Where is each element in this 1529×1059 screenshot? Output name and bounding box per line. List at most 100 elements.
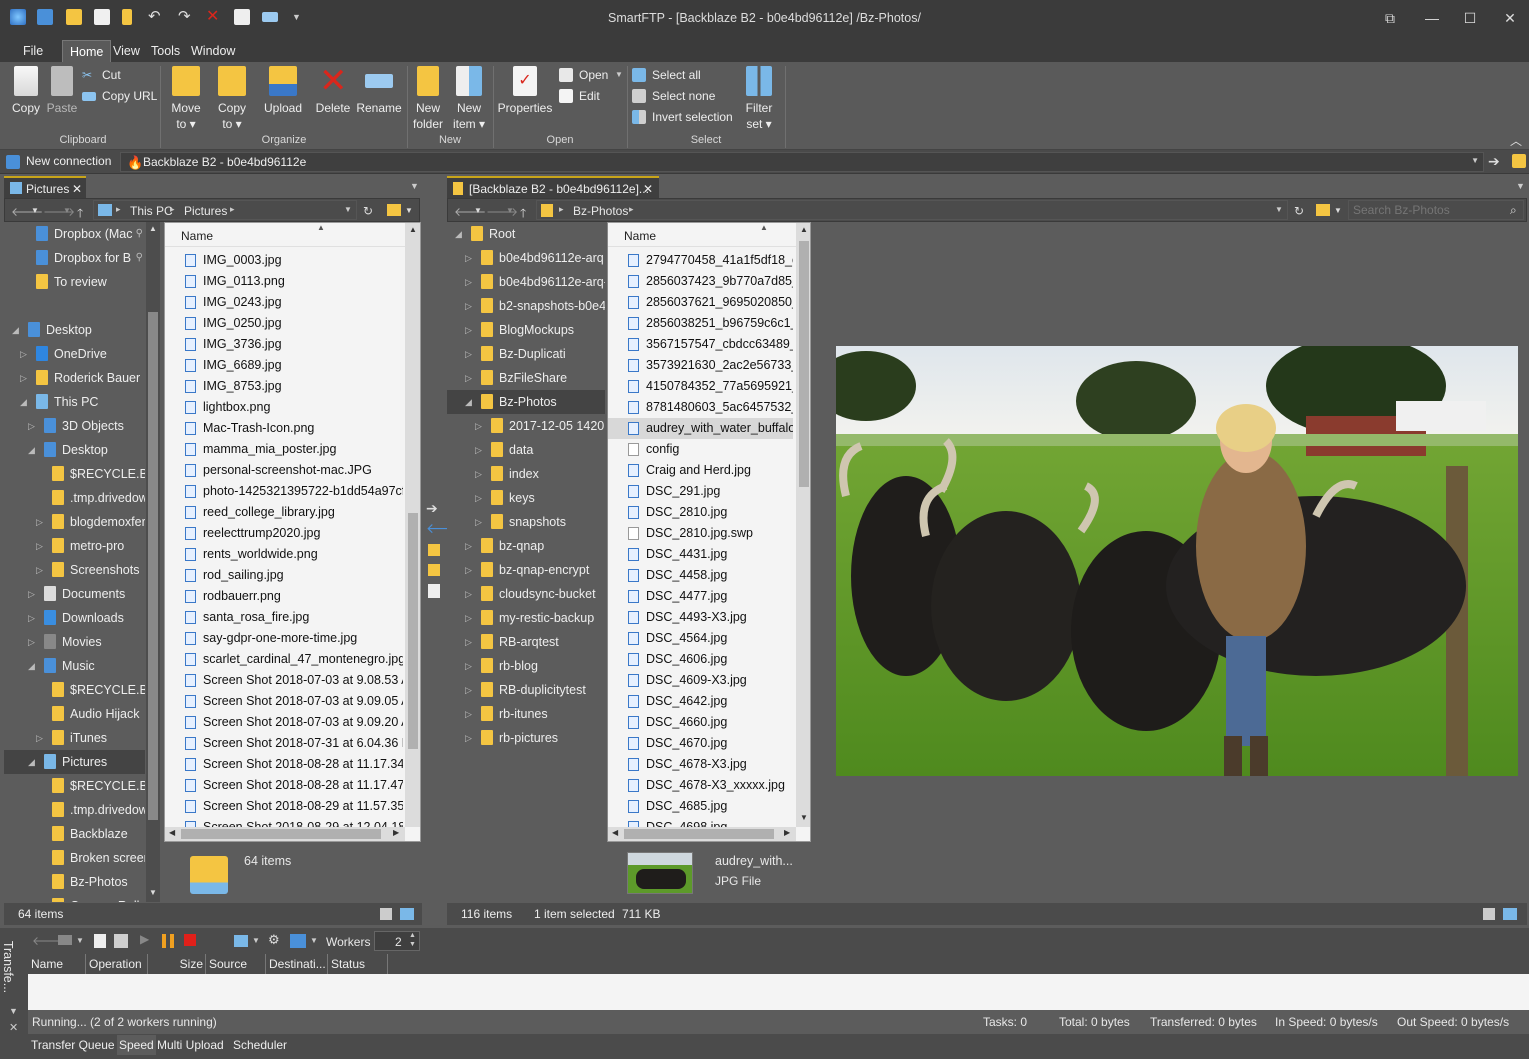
list-item[interactable]: Screen Shot 2018-08-29 at 11.57.35 A [165, 796, 403, 817]
menu-view[interactable]: View [106, 40, 147, 62]
view-dropdown-icon[interactable]: ▼ [1334, 206, 1342, 215]
maximize-button[interactable]: ☐ [1460, 8, 1480, 28]
delete-button[interactable]: ✕ Delete [312, 64, 354, 116]
right-list-vscrollbar[interactable]: ▲ ▼ [796, 223, 810, 827]
list-item[interactable]: DSC_4670.jpg [608, 733, 793, 754]
new-item-button[interactable]: New item ▾ [448, 66, 490, 132]
collapsed-arrow-icon[interactable]: ▷ [465, 342, 472, 366]
stop-icon[interactable] [184, 934, 196, 946]
collapsed-arrow-icon[interactable]: ▷ [28, 630, 35, 654]
list-item[interactable]: DSC_4678-X3.jpg [608, 754, 793, 775]
save-queue-icon[interactable] [114, 934, 128, 948]
list-item[interactable]: reed_college_library.jpg [165, 502, 403, 523]
remote-tree-item[interactable]: ▷ rb-blog [447, 654, 605, 678]
remote-tree-item[interactable]: ◢ Root [447, 222, 605, 246]
list-item[interactable]: DSC_4431.jpg [608, 544, 793, 565]
tree-item[interactable]: ◢ Desktop [4, 318, 145, 342]
tab-backblaze[interactable]: [Backblaze B2 - b0e4bd96112e]... ✕ [447, 176, 659, 198]
expanded-arrow-icon[interactable]: ◢ [28, 750, 35, 774]
remote-tree-item[interactable]: ▷ RB-duplicitytest [447, 678, 605, 702]
tree-item[interactable]: Broken screer [4, 846, 145, 870]
filter-set-button[interactable]: Filter set ▾ [740, 66, 778, 132]
pin-icon[interactable]: ⚲ [136, 222, 143, 246]
thumbnail-view-icon[interactable] [1503, 908, 1517, 920]
list-item[interactable]: 8781480603_5ac6457532_o.j [608, 397, 793, 418]
search-icon[interactable]: ⌕ [1510, 203, 1517, 218]
remote-tree-item[interactable]: ▷ b2-snapshots-b0e4t [447, 294, 605, 318]
tree-item[interactable]: Backblaze [4, 822, 145, 846]
list-item[interactable]: Screen Shot 2018-07-03 at 9.09.05 AM [165, 691, 403, 712]
collapsed-arrow-icon[interactable]: ▷ [465, 726, 472, 750]
collapsed-arrow-icon[interactable]: ▷ [475, 510, 482, 534]
remote-tree-item[interactable]: ▷ snapshots [447, 510, 605, 534]
menu-file[interactable]: File [16, 40, 50, 62]
collapsed-arrow-icon[interactable]: ▷ [465, 582, 472, 606]
list-item[interactable]: 3573921630_2ac2e56733_o.j [608, 355, 793, 376]
list-item[interactable]: Craig and Herd.jpg [608, 460, 793, 481]
list-item[interactable]: IMG_6689.jpg [165, 355, 403, 376]
remote-tree-item[interactable]: ▷ BzFileShare [447, 366, 605, 390]
chevron-down-icon[interactable]: ▼ [76, 936, 84, 945]
menu-window[interactable]: Window [184, 40, 242, 62]
invert-selection-button[interactable]: Invert selection [632, 108, 733, 126]
expanded-arrow-icon[interactable]: ◢ [28, 654, 35, 678]
menu-tools[interactable]: Tools [144, 40, 187, 62]
list-item[interactable]: santa_rosa_fire.jpg [165, 607, 403, 628]
right-path-field[interactable]: ▸ Bz-Photos ▸ ▼ [536, 200, 1288, 220]
scroll-thumb[interactable] [799, 241, 809, 487]
list-item[interactable]: DSC_4609-X3.jpg [608, 670, 793, 691]
upload-arrow-icon[interactable]: ➔ [426, 500, 438, 517]
tree-item[interactable] [4, 294, 145, 318]
breadcrumb-pictures[interactable]: Pictures [184, 204, 227, 218]
remote-tree-item[interactable]: ▷ b0e4bd96112e-arq [447, 246, 605, 270]
forward-dropdown-icon[interactable]: ▼ [506, 206, 514, 215]
list-item[interactable]: IMG_0243.jpg [165, 292, 403, 313]
tree-item[interactable]: .tmp.drivedow [4, 486, 145, 510]
tree-item[interactable]: ▷ Screenshots [4, 558, 145, 582]
list-item[interactable]: scarlet_cardinal_47_montenegro.jpg [165, 649, 403, 670]
stepper-down-icon[interactable]: ▼ [409, 941, 416, 948]
list-item[interactable]: IMG_8753.jpg [165, 376, 403, 397]
tree-item[interactable]: Dropbox (Mac ⚲ [4, 222, 145, 246]
scroll-right-icon[interactable]: ▶ [784, 828, 790, 837]
list-item[interactable]: DSC_2810.jpg.swp [608, 523, 793, 544]
close-button[interactable]: ✕ [1500, 8, 1520, 28]
open-button[interactable]: Open [559, 66, 608, 84]
column-name[interactable]: Name [181, 229, 213, 243]
list-item[interactable]: DSC_4642.jpg [608, 691, 793, 712]
list-item[interactable]: 2794770458_41a1f5df18_o.j [608, 250, 793, 271]
remote-tree-item[interactable]: ▷ my-restic-backup [447, 606, 605, 630]
list-view-icon[interactable] [58, 935, 72, 945]
scroll-up-icon[interactable]: ▲ [800, 225, 808, 234]
expanded-arrow-icon[interactable]: ◢ [20, 390, 27, 414]
expanded-arrow-icon[interactable]: ◢ [28, 438, 35, 462]
tree-item[interactable]: ▷ blogdemoxfer [4, 510, 145, 534]
column-size[interactable]: Size [148, 954, 206, 974]
tree-item[interactable]: ▷ Documents [4, 582, 145, 606]
list-item[interactable]: IMG_3736.jpg [165, 334, 403, 355]
minimize-button[interactable]: — [1422, 8, 1442, 28]
remote-tree-item[interactable]: ▷ bz-qnap [447, 534, 605, 558]
stepper-up-icon[interactable]: ▲ [409, 932, 416, 939]
list-item[interactable]: 2856038251_b96759c6c1_o. [608, 313, 793, 334]
list-item[interactable]: 2856037423_9b770a7d85_o. [608, 271, 793, 292]
scroll-down-icon[interactable]: ▼ [149, 888, 157, 897]
menu-home[interactable]: Home [62, 40, 112, 62]
tab-pictures[interactable]: Pictures ✕ [4, 176, 86, 198]
quick-connect-icon[interactable] [1512, 154, 1526, 168]
collapsed-arrow-icon[interactable]: ▷ [465, 534, 472, 558]
collapsed-arrow-icon[interactable]: ▷ [28, 582, 35, 606]
tree-item[interactable]: ◢ Desktop [4, 438, 145, 462]
tree-item[interactable]: Camera Roll [4, 894, 145, 902]
chevron-down-icon[interactable]: ▼ [252, 936, 260, 945]
expanded-arrow-icon[interactable]: ◢ [455, 222, 462, 246]
remote-tree-item[interactable]: ▷ Bz-Duplicati [447, 342, 605, 366]
tree-item[interactable]: ▷ OneDrive [4, 342, 145, 366]
collapsed-arrow-icon[interactable]: ▷ [36, 534, 43, 558]
tree-item[interactable]: $RECYCLE.BIN [4, 774, 145, 798]
tree-item[interactable]: ▷ metro-pro [4, 534, 145, 558]
list-item[interactable]: audrey_with_water_buffalo_e [608, 418, 793, 439]
collapsed-arrow-icon[interactable]: ▷ [475, 462, 482, 486]
list-item[interactable]: DSC_4660.jpg [608, 712, 793, 733]
properties-button[interactable]: ✓ Properties [496, 66, 554, 116]
